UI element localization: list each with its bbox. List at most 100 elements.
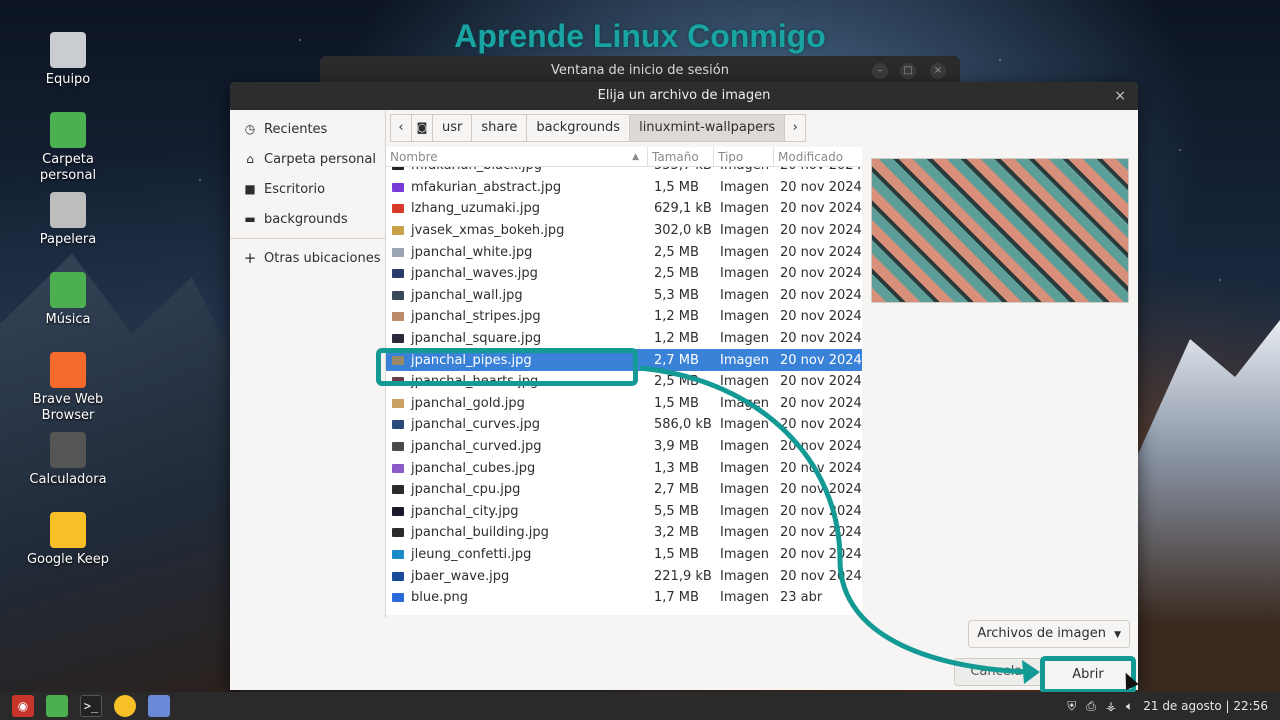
- files-icon[interactable]: [46, 695, 68, 717]
- path-crumb[interactable]: backgrounds: [526, 114, 631, 142]
- desktop-icon[interactable]: Calculadora: [18, 432, 118, 488]
- sidebar-item-label: Carpeta personal: [264, 151, 376, 167]
- desktop-icon[interactable]: Brave Web Browser: [18, 352, 118, 424]
- file-name: jvasek_xmas_bokeh.jpg: [411, 223, 565, 239]
- file-size: 2,5 MB: [654, 266, 699, 282]
- path-crumb[interactable]: linuxmint-wallpapers: [629, 114, 786, 142]
- file-size: 5,5 MB: [654, 503, 699, 519]
- desktop-icon[interactable]: Papelera: [18, 192, 118, 248]
- root-drive-icon[interactable]: ◙: [411, 114, 433, 142]
- file-type: Imagen: [720, 460, 769, 476]
- file-modified: 20 nov 2024: [780, 395, 862, 411]
- file-thumbnail-icon: [392, 463, 404, 473]
- file-thumbnail-icon: [392, 312, 404, 322]
- terminal-icon[interactable]: >_: [80, 695, 102, 717]
- sidebar-item-backgrounds[interactable]: ▬ backgrounds: [230, 204, 385, 234]
- table-row[interactable]: jpanchal_white.jpg 2,5 MB Imagen 20 nov 202…: [386, 241, 862, 263]
- table-row[interactable]: jpanchal_curved.jpg 3,9 MB Imagen 20 nov 20…: [386, 436, 862, 458]
- monitor-icon: [50, 32, 86, 68]
- network-icon[interactable]: ⚶: [1106, 699, 1116, 713]
- path-crumb[interactable]: usr: [432, 114, 473, 142]
- dropdown-arrow-icon: ▼: [1114, 630, 1121, 640]
- file-name-cell: jpanchal_white.jpg: [386, 245, 648, 260]
- file-size: 586,0 kB: [654, 417, 712, 433]
- file-name: jpanchal_waves.jpg: [411, 266, 538, 282]
- column-header-type[interactable]: Tipo: [714, 147, 774, 166]
- file-thumbnail-icon: [392, 398, 404, 408]
- path-back-chevron-icon[interactable]: ‹: [390, 114, 412, 142]
- table-row[interactable]: jpanchal_gold.jpg 1,5 MB Imagen 20 nov 2024: [386, 393, 862, 415]
- table-row[interactable]: mfakurian_black.jpg 555,7 kBImagen20 nov …: [386, 167, 862, 177]
- volume-icon[interactable]: 🔈︎: [1126, 699, 1133, 714]
- file-thumbnail-icon: [392, 485, 404, 495]
- file-type: Imagen: [720, 287, 769, 303]
- close-icon[interactable]: ×: [1114, 82, 1126, 110]
- trash-icon: [50, 192, 86, 228]
- music-folder-icon: [50, 272, 86, 308]
- login-window-icon[interactable]: [148, 695, 170, 717]
- file-modified: 20 nov 2024: [780, 460, 862, 476]
- file-name-cell: jpanchal_cpu.jpg: [386, 482, 648, 497]
- sidebar-item-other-locations[interactable]: + Otras ubicaciones: [230, 243, 385, 273]
- table-row[interactable]: lzhang_uzumaki.jpg 629,1 kB Imagen 20 nov 2…: [386, 198, 862, 220]
- desktop-icon[interactable]: Google Keep: [18, 512, 118, 568]
- file-size: 221,9 kB: [654, 568, 712, 584]
- file-thumbnail-icon: [392, 290, 404, 300]
- file-size: 302,0 kB: [654, 223, 712, 239]
- keep-icon[interactable]: [114, 695, 136, 717]
- file-modified: 20 nov 2024: [780, 503, 862, 519]
- table-row[interactable]: jpanchal_stripes.jpg 1,2 MB Imagen 20 nov 2…: [386, 306, 862, 328]
- desktop-icon[interactable]: Equipo: [18, 32, 118, 88]
- cancel-button[interactable]: Cancelar: [954, 658, 1044, 686]
- file-thumbnail-icon: [392, 593, 404, 603]
- file-name: mfakurian_black.jpg: [411, 167, 542, 173]
- clock[interactable]: 21 de agosto | 22:56: [1143, 699, 1268, 713]
- table-row[interactable]: jvasek_xmas_bokeh.jpg 302,0 kB Imagen 20 no…: [386, 220, 862, 242]
- column-header-name[interactable]: Nombre ▲: [386, 147, 648, 166]
- printer-icon[interactable]: ⎙: [1086, 699, 1096, 714]
- desktop-icon[interactable]: Carpeta personal: [18, 112, 118, 184]
- home-folder-icon: [50, 112, 86, 148]
- column-header-size[interactable]: Tamaño: [648, 147, 714, 166]
- dialog-titlebar[interactable]: Elija un archivo de imagen ×: [230, 82, 1138, 110]
- minimize-icon[interactable]: –: [872, 63, 888, 79]
- table-row[interactable]: blue.png 1,7 MB Imagen 23 abr: [386, 587, 862, 609]
- file-modified: 20 nov 2024: [780, 439, 862, 455]
- table-row[interactable]: jpanchal_city.jpg 5,5 MB Imagen 20 nov 2024: [386, 501, 862, 523]
- file-chooser-dialog: Elija un archivo de imagen × ◷ Recientes ⌂…: [230, 82, 1138, 694]
- table-row[interactable]: mfakurian_abstract.jpg 1,5 MB Imagen 20 nov…: [386, 177, 862, 199]
- table-row[interactable]: jleung_confetti.jpg 1,5 MB Imagen 20 nov 20…: [386, 544, 862, 566]
- table-row[interactable]: jpanchal_building.jpg 3,2 MB Imagen 20 nov …: [386, 522, 862, 544]
- file-modified: 20 nov 2024: [780, 331, 862, 347]
- path-forward-chevron-icon[interactable]: ›: [784, 114, 807, 142]
- table-row[interactable]: jpanchal_cubes.jpg 1,3 MB Imagen 20 nov 202…: [386, 457, 862, 479]
- sidebar-item-carpeta-personal[interactable]: ⌂ Carpeta personal: [230, 144, 385, 174]
- file-type-filter-dropdown[interactable]: Archivos de imagen ▼: [968, 620, 1130, 648]
- background-window-title: Ventana de inicio de sesión: [551, 63, 729, 78]
- file-type: Imagen: [720, 503, 769, 519]
- menu-icon[interactable]: ◉: [12, 695, 34, 717]
- file-name-cell: jvasek_xmas_bokeh.jpg: [386, 223, 648, 238]
- file-size: 1,3 MB: [654, 460, 699, 476]
- path-crumb[interactable]: share: [471, 114, 528, 142]
- calculator-icon: [50, 432, 86, 468]
- sidebar-item-escritorio[interactable]: ■ Escritorio: [230, 174, 385, 204]
- table-row[interactable]: jpanchal_curves.jpg 586,0 kB Imagen 20 nov …: [386, 414, 862, 436]
- desktop-icon[interactable]: Música: [18, 272, 118, 328]
- file-size: 5,3 MB: [654, 287, 699, 303]
- close-icon[interactable]: ×: [930, 63, 946, 79]
- file-name: mfakurian_abstract.jpg: [411, 179, 562, 195]
- file-name-cell: jpanchal_cubes.jpg: [386, 461, 648, 476]
- table-row[interactable]: jpanchal_waves.jpg 2,5 MB Imagen 20 nov 202…: [386, 263, 862, 285]
- table-row[interactable]: jbaer_wave.jpg 221,9 kB Imagen 20 nov 2024: [386, 565, 862, 587]
- maximize-icon[interactable]: □: [900, 63, 916, 79]
- desktop-icon-label: Calculadora: [29, 472, 107, 487]
- table-row[interactable]: jpanchal_square.jpg 1,2 MB Imagen 20 nov 20…: [386, 328, 862, 350]
- table-row[interactable]: jpanchal_cpu.jpg 2,7 MB Imagen 20 nov 2024: [386, 479, 862, 501]
- shield-icon[interactable]: ⛨: [1067, 699, 1076, 714]
- sidebar-item-recientes[interactable]: ◷ Recientes: [230, 114, 385, 144]
- table-row[interactable]: jpanchal_wall.jpg 5,3 MB Imagen 20 nov 2024: [386, 285, 862, 307]
- column-header-modified[interactable]: Modificado: [774, 147, 862, 166]
- file-type: Imagen: [720, 266, 769, 282]
- file-type: Imagen: [720, 201, 769, 217]
